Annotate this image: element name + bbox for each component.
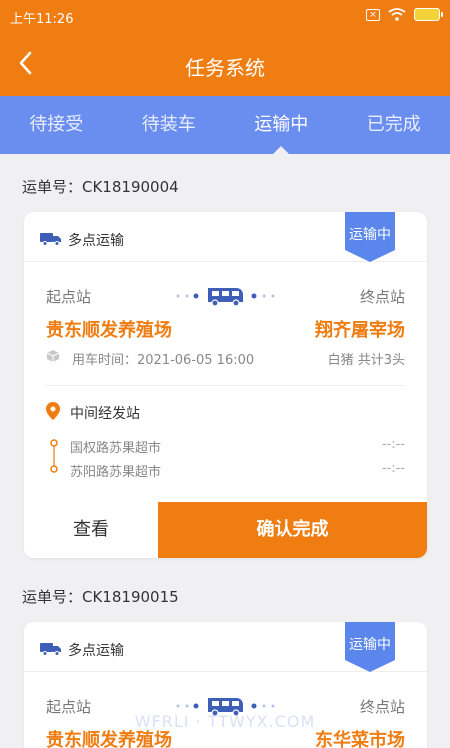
stop-name: 国权路苏果超市 bbox=[70, 441, 162, 456]
car-time: 用车时间：2021-06-05 16:00 bbox=[72, 353, 255, 368]
start-label: 起点站 bbox=[46, 288, 92, 306]
app-bar: 任务系统 bbox=[0, 34, 450, 96]
notification-off-icon: × bbox=[366, 8, 380, 21]
battery-icon bbox=[414, 8, 443, 21]
location-pin-icon bbox=[46, 402, 60, 420]
stop-connector bbox=[50, 439, 58, 473]
page-title: 任务系统 bbox=[185, 56, 265, 80]
route-indicator bbox=[176, 288, 275, 307]
end-place: 翔齐屠宰场 bbox=[315, 320, 405, 341]
status-badge-label: 运输中 bbox=[349, 227, 391, 243]
status-badge: 运输中 bbox=[345, 622, 395, 672]
tab-pending-accept[interactable]: 待接受 bbox=[0, 96, 113, 154]
end-label: 终点站 bbox=[359, 288, 405, 306]
tab-completed[interactable]: 已完成 bbox=[338, 96, 450, 154]
cargo-info: 白猪 共计3头 bbox=[327, 353, 405, 368]
card-header: 多点运输 运输中 bbox=[24, 212, 427, 262]
stop-time: --:-- bbox=[381, 437, 405, 452]
status-bar: 上午11:26 × bbox=[0, 0, 450, 34]
view-button[interactable]: 查看 bbox=[24, 502, 158, 558]
stop-time: --:-- bbox=[381, 461, 405, 476]
confirm-complete-button[interactable]: 确认完成 bbox=[158, 502, 427, 558]
status-tabs: 待接受 待装车 运输中 已完成 bbox=[0, 96, 450, 155]
order-number: 运单号：CK18190015 bbox=[22, 588, 179, 606]
truck-icon bbox=[40, 233, 61, 246]
tab-in-transit[interactable]: 运输中 bbox=[225, 96, 338, 155]
order-number: 运单号：CK18190004 bbox=[22, 178, 179, 196]
van-icon bbox=[208, 288, 243, 307]
status-icons: × bbox=[366, 8, 443, 21]
mid-stations-title: 中间经发站 bbox=[70, 406, 140, 422]
status-badge-label: 运输中 bbox=[349, 637, 391, 653]
truck-icon bbox=[40, 643, 61, 656]
stop-name: 苏阳路苏果超市 bbox=[70, 465, 162, 480]
card-actions: 查看 确认完成 bbox=[24, 502, 427, 558]
card-header: 多点运输 运输中 bbox=[24, 622, 427, 672]
tab-pending-load[interactable]: 待装车 bbox=[113, 96, 226, 154]
wifi-icon bbox=[388, 8, 406, 21]
watermark: WFRLI · TTWYX.COM bbox=[134, 712, 316, 731]
transport-mode: 多点运输 bbox=[68, 643, 124, 659]
order-card[interactable]: 多点运输 运输中 起点站 终点站 贵东顺发养殖场 翔齐屠宰场 用车时间：2021… bbox=[24, 212, 427, 558]
transport-mode: 多点运输 bbox=[68, 233, 124, 249]
status-time: 上午11:26 bbox=[10, 12, 74, 27]
cube-icon bbox=[46, 350, 60, 362]
divider bbox=[46, 385, 405, 386]
status-badge: 运输中 bbox=[345, 212, 395, 262]
start-place: 贵东顺发养殖场 bbox=[46, 320, 172, 341]
